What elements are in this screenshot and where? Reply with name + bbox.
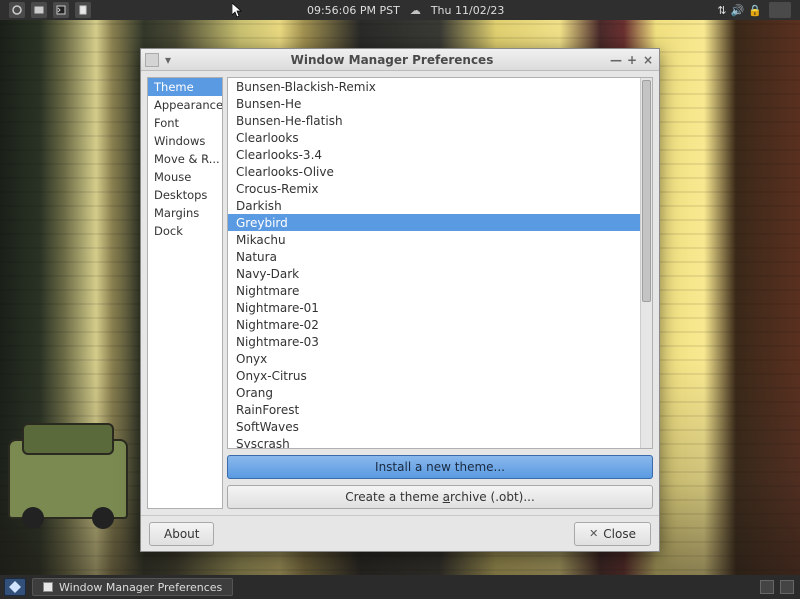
window-app-icon[interactable] bbox=[145, 53, 159, 67]
window-title: Window Manager Preferences bbox=[175, 53, 609, 67]
sidebar-item-theme[interactable]: Theme bbox=[148, 78, 222, 96]
sidebar-item-dock[interactable]: Dock bbox=[148, 222, 222, 240]
sidebar-item-desktops[interactable]: Desktops bbox=[148, 186, 222, 204]
sidebar-item-appearance[interactable]: Appearance bbox=[148, 96, 222, 114]
theme-row[interactable]: Syscrash bbox=[228, 435, 640, 448]
sidebar-item-move-r[interactable]: Move & R... bbox=[148, 150, 222, 168]
lock-icon[interactable]: 🔒 bbox=[748, 4, 762, 17]
panel-editor-icon[interactable] bbox=[75, 2, 91, 18]
theme-row[interactable]: Clearlooks-Olive bbox=[228, 163, 640, 180]
sidebar-item-windows[interactable]: Windows bbox=[148, 132, 222, 150]
theme-row[interactable]: Nightmare-03 bbox=[228, 333, 640, 350]
theme-row[interactable]: Clearlooks bbox=[228, 129, 640, 146]
category-sidebar: ThemeAppearanceFontWindowsMove & R...Mou… bbox=[147, 77, 223, 509]
window-shade-button[interactable]: ▾ bbox=[161, 53, 175, 67]
preferences-window: ▾ Window Manager Preferences — + × Theme… bbox=[140, 48, 660, 552]
install-theme-label: Install a new theme... bbox=[375, 460, 505, 474]
theme-list-scrollbar[interactable] bbox=[640, 78, 652, 448]
about-button[interactable]: About bbox=[149, 522, 214, 546]
theme-row[interactable]: Onyx bbox=[228, 350, 640, 367]
theme-row[interactable]: Nightmare bbox=[228, 282, 640, 299]
volume-icon[interactable]: 🔊 bbox=[731, 4, 745, 17]
top-panel: 09:56:06 PM PST ☁ Thu 11/02/23 ⇅ 🔊 🔒 bbox=[0, 0, 800, 20]
titlebar[interactable]: ▾ Window Manager Preferences — + × bbox=[141, 49, 659, 71]
theme-row[interactable]: Navy-Dark bbox=[228, 265, 640, 282]
bottom-taskbar: Window Manager Preferences bbox=[0, 575, 800, 599]
dialog-footer: About ✕ Close bbox=[141, 515, 659, 551]
theme-row[interactable]: SoftWaves bbox=[228, 418, 640, 435]
panel-date: Thu 11/02/23 bbox=[431, 4, 505, 17]
theme-row[interactable]: Bunsen-He bbox=[228, 95, 640, 112]
theme-row[interactable]: Mikachu bbox=[228, 231, 640, 248]
show-desktop-icon[interactable] bbox=[780, 580, 794, 594]
panel-menu-icon[interactable] bbox=[9, 2, 25, 18]
panel-clock: 09:56:06 PM PST bbox=[307, 4, 400, 17]
panel-files-icon[interactable] bbox=[31, 2, 47, 18]
create-archive-button[interactable]: Create a theme archive (.obt)... bbox=[227, 485, 653, 509]
theme-row[interactable]: Natura bbox=[228, 248, 640, 265]
close-label: Close bbox=[603, 527, 636, 541]
weather-icon[interactable]: ☁ bbox=[410, 4, 421, 17]
about-label: About bbox=[164, 527, 199, 541]
theme-row[interactable]: Darkish bbox=[228, 197, 640, 214]
mouse-cursor-icon bbox=[232, 3, 244, 22]
window-minimize-button[interactable]: — bbox=[609, 53, 623, 67]
window-close-button[interactable]: × bbox=[641, 53, 655, 67]
theme-row[interactable]: Greybird bbox=[228, 214, 640, 231]
close-button[interactable]: ✕ Close bbox=[574, 522, 651, 546]
theme-row[interactable]: Crocus-Remix bbox=[228, 180, 640, 197]
window-maximize-button[interactable]: + bbox=[625, 53, 639, 67]
theme-row[interactable]: Nightmare-01 bbox=[228, 299, 640, 316]
panel-tray-extra[interactable] bbox=[769, 2, 791, 18]
theme-row[interactable]: Nightmare-02 bbox=[228, 316, 640, 333]
theme-row[interactable]: RainForest bbox=[228, 401, 640, 418]
taskbar-item-label: Window Manager Preferences bbox=[59, 581, 222, 594]
sidebar-item-mouse[interactable]: Mouse bbox=[148, 168, 222, 186]
start-button[interactable] bbox=[4, 578, 26, 596]
scrollbar-thumb[interactable] bbox=[642, 80, 651, 302]
create-archive-label: Create a theme archive (.obt)... bbox=[345, 490, 535, 504]
workspace-switcher-icon[interactable] bbox=[760, 580, 774, 594]
theme-list[interactable]: Bunsen-Blackish-RemixBunsen-HeBunsen-He-… bbox=[228, 78, 640, 448]
close-icon: ✕ bbox=[589, 527, 598, 540]
panel-terminal-icon[interactable] bbox=[53, 2, 69, 18]
sidebar-item-font[interactable]: Font bbox=[148, 114, 222, 132]
theme-row[interactable]: Onyx-Citrus bbox=[228, 367, 640, 384]
taskbar-item-preferences[interactable]: Window Manager Preferences bbox=[32, 578, 233, 596]
theme-row[interactable]: Bunsen-He-flatish bbox=[228, 112, 640, 129]
theme-row[interactable]: Clearlooks-3.4 bbox=[228, 146, 640, 163]
network-icon[interactable]: ⇅ bbox=[717, 4, 726, 17]
sidebar-item-margins[interactable]: Margins bbox=[148, 204, 222, 222]
theme-row[interactable]: Bunsen-Blackish-Remix bbox=[228, 78, 640, 95]
theme-row[interactable]: Orang bbox=[228, 384, 640, 401]
taskbar-item-icon bbox=[43, 582, 53, 592]
install-theme-button[interactable]: Install a new theme... bbox=[227, 455, 653, 479]
